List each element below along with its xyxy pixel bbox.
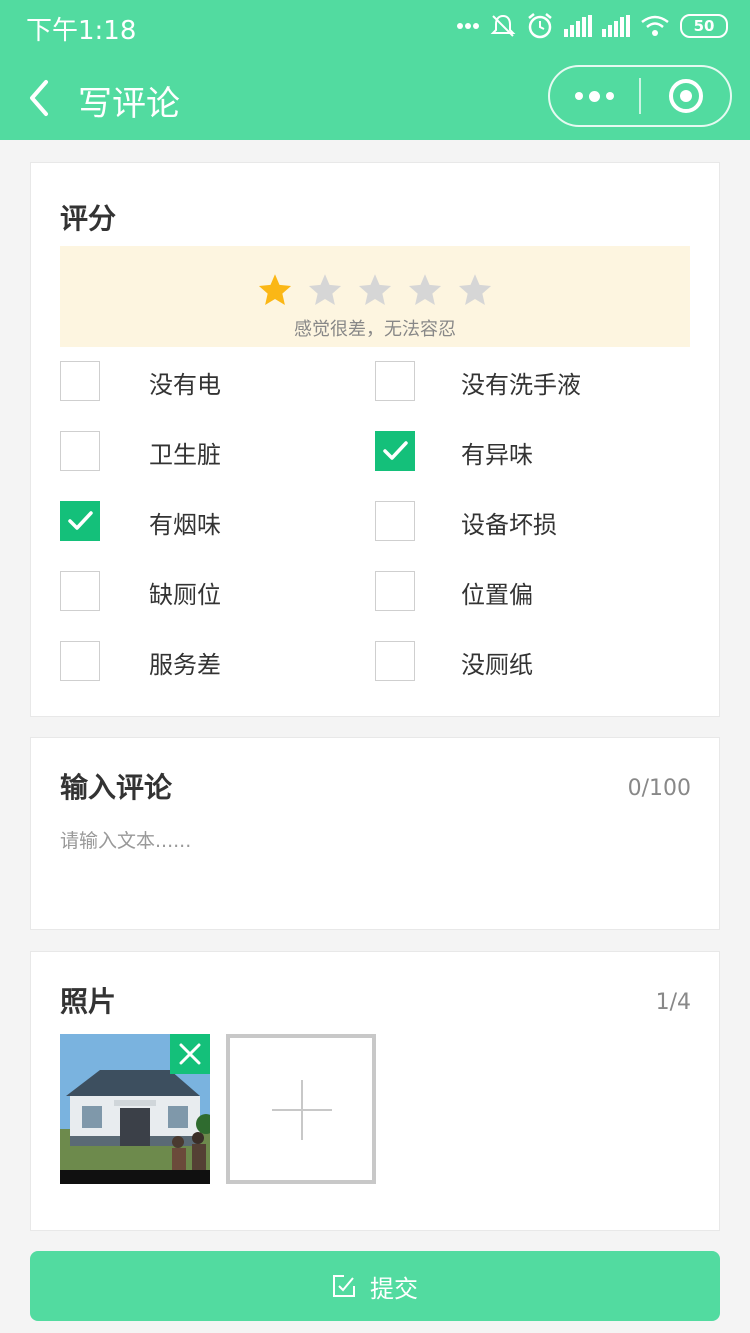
more-dot-icon <box>589 90 600 102</box>
photos-count: 1/4 <box>655 990 691 1015</box>
option-label: 没有洗手液 <box>461 371 581 399</box>
star-empty-icon[interactable] <box>307 272 343 308</box>
option-label: 有烟味 <box>149 511 221 539</box>
comment-card: 输入评论 0/100 请输入文本...... <box>30 737 720 930</box>
comment-input[interactable]: 请输入文本...... <box>60 826 191 853</box>
header-bar: 下午1:18 50 写评论 <box>0 0 750 140</box>
comment-title: 输入评论 <box>60 771 173 804</box>
option-label: 服务差 <box>149 651 221 679</box>
add-photo-button[interactable] <box>226 1034 376 1184</box>
star-rating <box>60 272 690 312</box>
back-arrow-icon[interactable] <box>22 78 58 118</box>
capsule-close-button[interactable] <box>641 67 730 125</box>
rating-box: 感觉很差，无法容忍 <box>60 246 690 347</box>
star-filled-icon[interactable] <box>257 272 293 308</box>
option-label: 设备坏损 <box>461 511 557 539</box>
remove-photo-button[interactable] <box>170 1034 210 1074</box>
option-checkbox[interactable] <box>375 571 415 611</box>
more-dot-icon <box>606 92 614 100</box>
submit-label: 提交 <box>370 1274 418 1303</box>
option-label: 卫生脏 <box>149 441 221 469</box>
option-checkbox[interactable] <box>375 361 415 401</box>
checkmark-icon <box>383 441 408 460</box>
more-dots-icon <box>457 23 479 29</box>
option-label: 没厕纸 <box>461 651 533 679</box>
battery-icon: 50 <box>680 14 728 38</box>
page-title: 写评论 <box>78 84 180 124</box>
signal-icon <box>564 15 592 37</box>
alarm-icon <box>528 13 552 39</box>
option-checkbox[interactable] <box>375 641 415 681</box>
option-checkbox[interactable] <box>60 431 100 471</box>
close-icon <box>179 1043 201 1065</box>
checkmark-icon <box>68 511 93 530</box>
rating-title: 评分 <box>60 202 117 235</box>
option-label: 缺厕位 <box>149 581 221 609</box>
submit-button[interactable]: 提交 <box>30 1251 720 1321</box>
target-close-icon <box>668 79 703 113</box>
photos-card: 照片 1/4 <box>30 951 720 1231</box>
option-checkbox[interactable] <box>60 501 100 541</box>
option-label: 位置偏 <box>461 581 533 609</box>
rating-card: 评分 感觉很差，无法容忍 没有电 没有洗手液卫生脏 有异味有烟味 设备坏损缺厕位 位置偏… <box>30 162 720 717</box>
option-checkbox[interactable] <box>60 571 100 611</box>
option-checkbox[interactable] <box>60 361 100 401</box>
comment-char-count: 0/100 <box>627 776 691 801</box>
edit-check-icon <box>333 1275 355 1297</box>
status-icons: 50 <box>456 10 728 42</box>
option-checkbox[interactable] <box>375 431 415 471</box>
option-label: 有异味 <box>461 441 533 469</box>
star-empty-icon[interactable] <box>457 272 493 308</box>
capsule-more-button[interactable] <box>550 67 639 125</box>
more-dot-icon <box>575 92 583 100</box>
option-label: 没有电 <box>149 371 221 399</box>
rating-caption: 感觉很差，无法容忍 <box>294 319 456 340</box>
option-checkbox[interactable] <box>375 501 415 541</box>
photos-title: 照片 <box>60 985 117 1018</box>
star-empty-icon[interactable] <box>357 272 393 308</box>
mute-bell-icon <box>490 14 516 37</box>
status-time: 下午1:18 <box>26 16 137 46</box>
mini-program-capsule <box>548 65 732 127</box>
star-empty-icon[interactable] <box>407 272 443 308</box>
option-checkbox[interactable] <box>60 641 100 681</box>
signal-icon-2 <box>602 15 630 37</box>
wifi-icon <box>641 15 669 36</box>
